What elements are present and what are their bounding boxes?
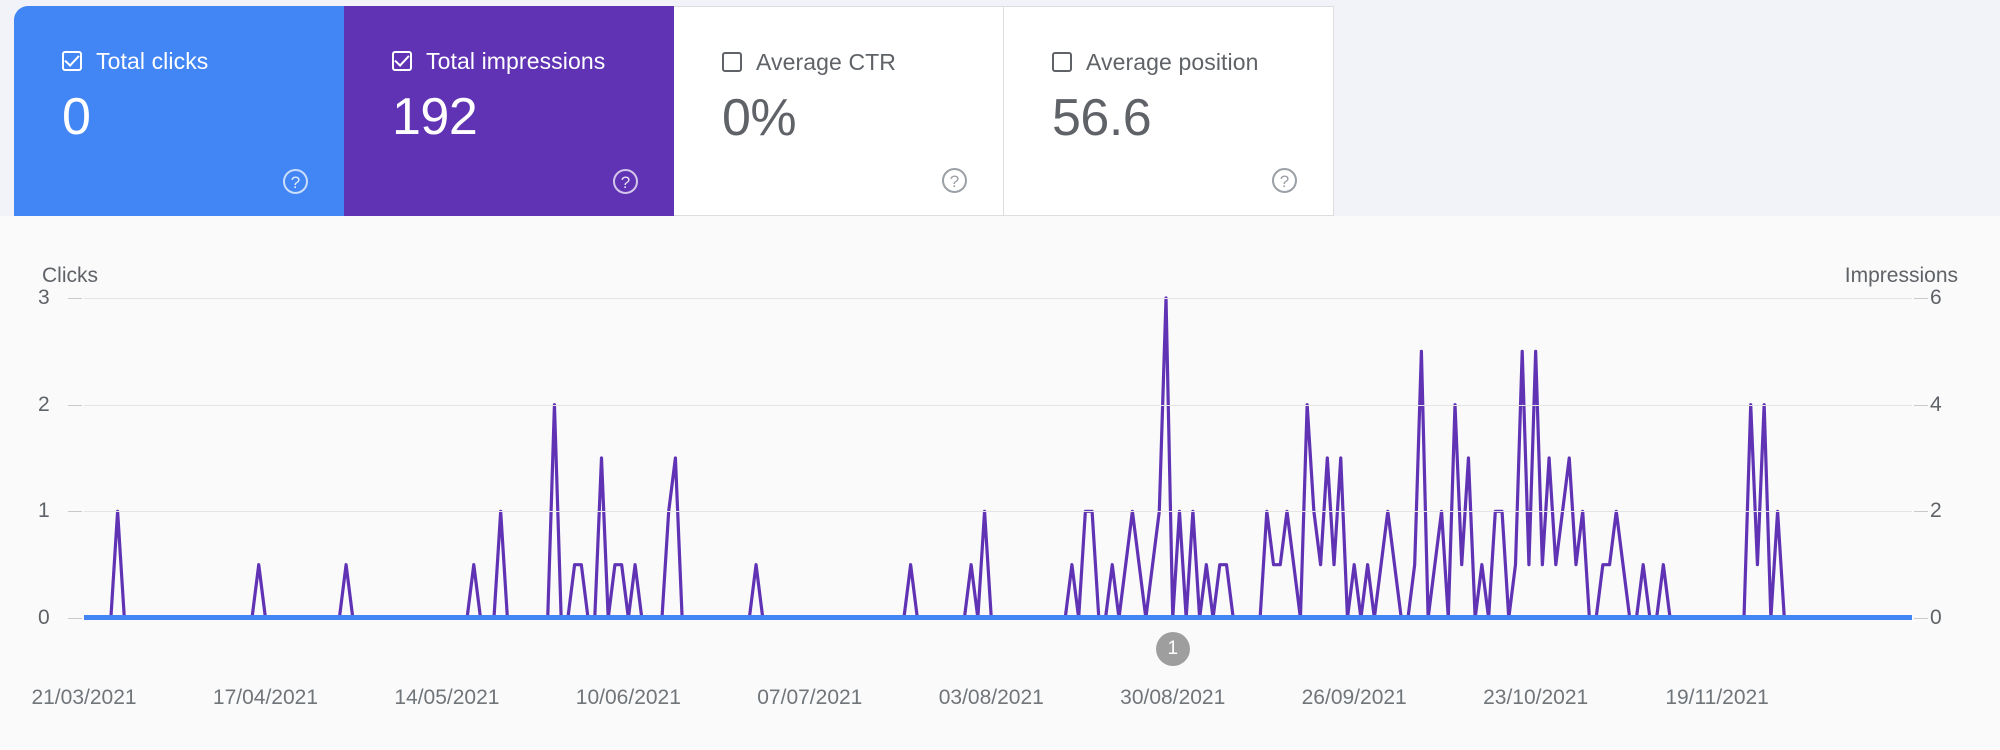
x-axis-tick-label: 03/08/2021 xyxy=(938,686,1044,709)
tick-dash xyxy=(1914,511,1928,513)
metric-label-average-ctr: Average CTR xyxy=(756,48,897,75)
clicks-zero-baseline xyxy=(84,615,1912,620)
metric-header: Total clicks xyxy=(62,48,344,74)
right-axis-title: Impressions xyxy=(1844,264,1958,287)
right-axis-tick-label: 0 xyxy=(1930,606,1942,629)
metric-label-average-position: Average position xyxy=(1086,48,1259,75)
x-axis-tick-label: 14/05/2021 xyxy=(394,686,500,709)
x-axis-tick-label: 30/08/2021 xyxy=(1120,686,1226,709)
performance-chart: Clicks Impressions 0 1 2 3 0 2 4 6 21/03/2021 1… xyxy=(0,216,2000,750)
gridline xyxy=(84,404,1912,406)
left-axis-tick-label: 2 xyxy=(38,392,50,416)
metric-header: Total impressions xyxy=(392,48,674,74)
help-icon-average-position[interactable]: ? xyxy=(1272,168,1297,193)
tick-dash xyxy=(1914,618,1928,619)
x-axis-tick-label: 07/07/2021 xyxy=(757,686,863,709)
help-icon-average-ctr[interactable]: ? xyxy=(942,168,967,193)
metric-label-total-clicks: Total clicks xyxy=(96,47,209,74)
gridline xyxy=(84,511,1912,513)
tick-dash xyxy=(1914,298,1928,299)
checkbox-total-clicks[interactable] xyxy=(62,51,82,71)
metric-label-total-impressions: Total impressions xyxy=(426,47,606,74)
x-axis-tick-label: 21/03/2021 xyxy=(31,686,137,709)
left-axis-tick-label: 1 xyxy=(38,499,50,523)
left-axis-title: Clicks xyxy=(42,264,98,287)
x-axis-tick-label: 10/06/2021 xyxy=(575,686,681,709)
metric-value-total-clicks: 0 xyxy=(62,88,91,146)
x-axis-labels: 21/03/2021 17/04/2021 14/05/2021 10/06/2021… xyxy=(0,686,2000,716)
metric-card-total-impressions[interactable]: Total impressions 192 ? xyxy=(344,6,674,216)
metric-card-average-ctr[interactable]: Average CTR 0% ? xyxy=(674,6,1004,216)
tick-dash xyxy=(1914,404,1928,406)
metric-value-average-ctr: 0% xyxy=(722,89,797,147)
left-axis-tick-label: 0 xyxy=(38,606,50,629)
checkbox-average-ctr[interactable] xyxy=(722,52,742,72)
left-axis-tick-label: 3 xyxy=(38,286,50,309)
help-icon-total-clicks[interactable]: ? xyxy=(283,169,308,194)
tick-dash xyxy=(68,511,82,513)
metric-header: Average CTR xyxy=(722,49,1003,75)
impressions-polyline xyxy=(84,298,1912,618)
gridline xyxy=(84,298,1912,299)
help-icon-total-impressions[interactable]: ? xyxy=(613,169,638,194)
metric-card-average-position[interactable]: Average position 56.6 ? xyxy=(1004,6,1334,216)
plot-area xyxy=(84,298,1912,620)
tick-dash xyxy=(68,298,82,299)
event-marker-badge[interactable]: 1 xyxy=(1155,632,1190,666)
metric-value-average-position: 56.6 xyxy=(1052,89,1152,147)
tick-dash xyxy=(68,404,82,406)
checkbox-average-position[interactable] xyxy=(1052,52,1072,72)
x-axis-tick-label: 17/04/2021 xyxy=(212,686,319,709)
metric-tab-strip: Total clicks 0 ? Total impressions 192 ?… xyxy=(14,6,1334,216)
tick-dash xyxy=(68,618,82,619)
x-axis-tick-label: 26/09/2021 xyxy=(1301,686,1407,709)
metric-card-total-clicks[interactable]: Total clicks 0 ? xyxy=(14,6,344,216)
right-axis-tick-label: 6 xyxy=(1930,286,1942,309)
metric-header: Average position xyxy=(1052,49,1333,75)
right-axis-tick-label: 2 xyxy=(1930,499,1942,523)
metric-value-total-impressions: 192 xyxy=(392,88,478,146)
impressions-line-series xyxy=(84,298,1912,618)
x-axis-tick-label: 19/11/2021 xyxy=(1665,686,1769,709)
search-performance-screen: Total clicks 0 ? Total impressions 192 ?… xyxy=(0,0,2000,750)
checkbox-total-impressions[interactable] xyxy=(392,51,412,71)
right-axis-tick-label: 4 xyxy=(1930,392,1942,416)
x-axis-tick-label: 23/10/2021 xyxy=(1483,686,1589,709)
